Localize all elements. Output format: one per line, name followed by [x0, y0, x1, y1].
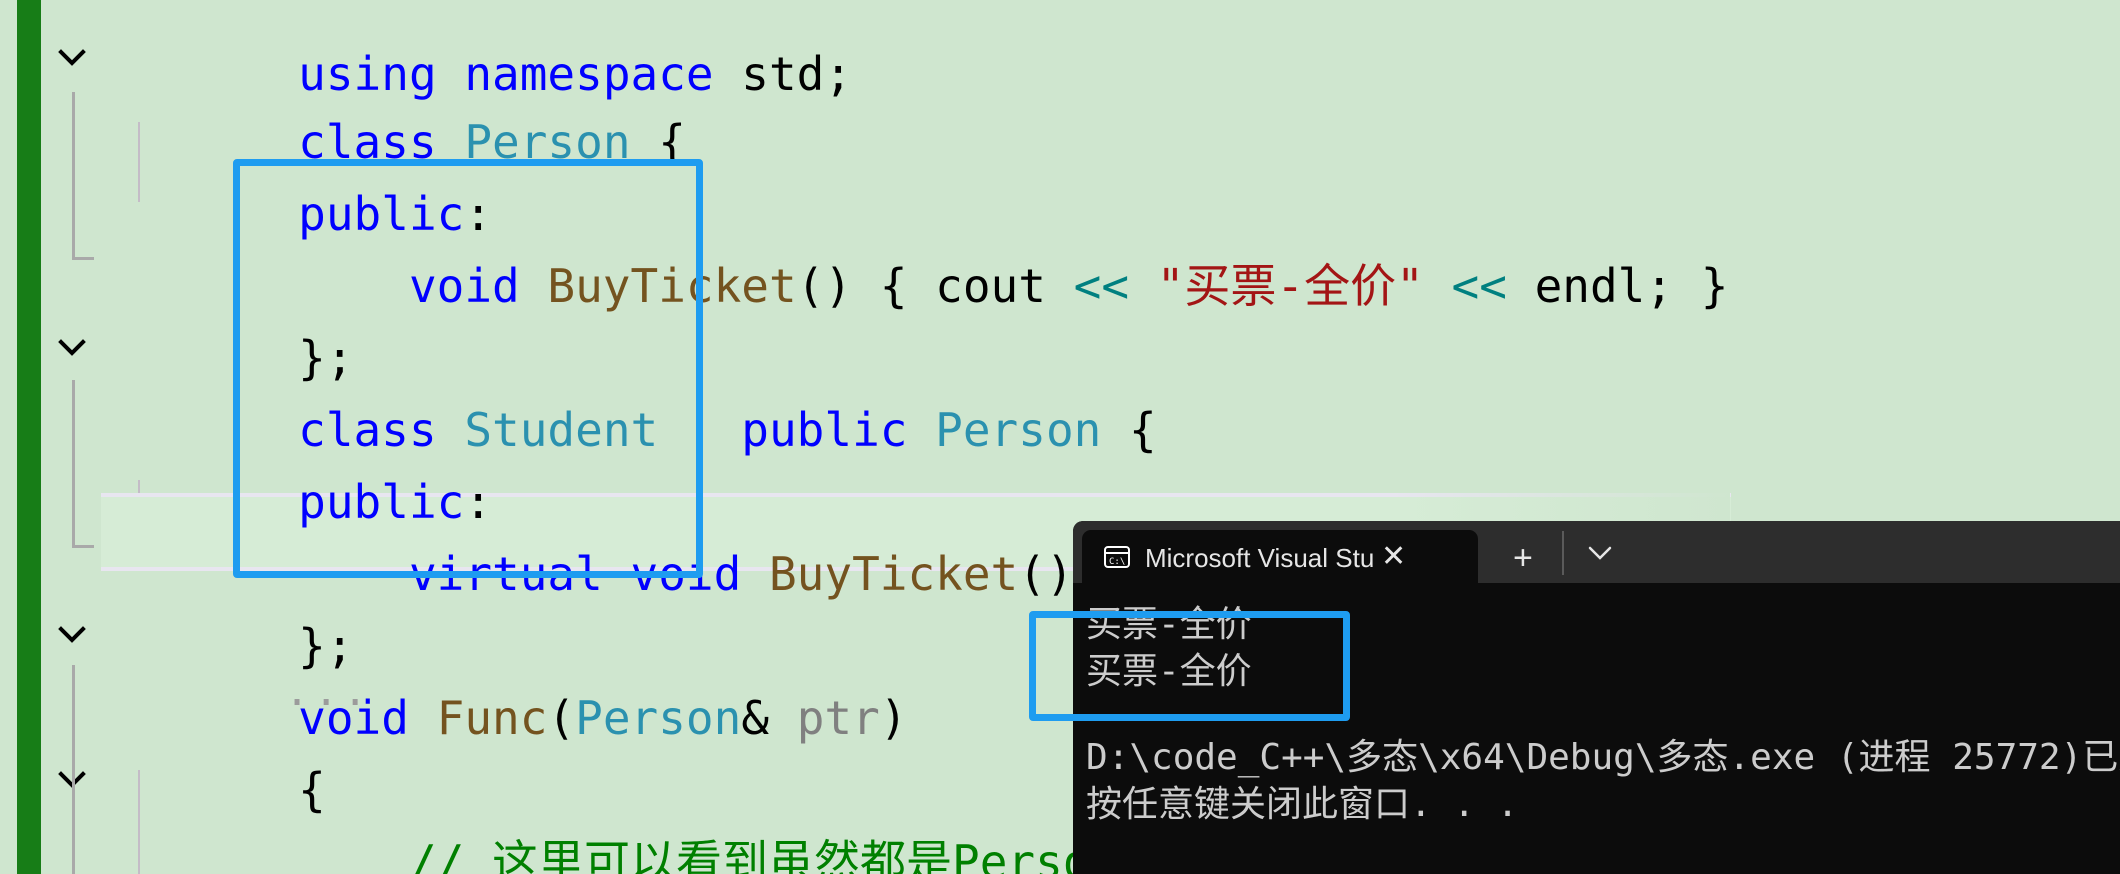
token-plain: ( — [547, 691, 576, 745]
token-string: "买票-全价" — [1156, 259, 1424, 313]
fold-arrow-class-student[interactable] — [55, 330, 89, 364]
token-variable: ptr — [796, 691, 880, 745]
code-line-9[interactable]: void Func(Person& ptr) — [132, 610, 907, 745]
code-line-11[interactable]: // 这里可以看到虽然都是Person — [132, 754, 1118, 874]
terminal-output-line-4: 按任意键关闭此窗口. . . — [1086, 784, 1519, 825]
terminal-tab-title: Microsoft Visual Studio 调试控 — [1145, 543, 1375, 573]
token-plain: & — [741, 691, 797, 745]
screenshot-root: using namespace std; class Person { publ… — [0, 0, 2120, 874]
token-plain: { — [1129, 403, 1157, 457]
code-line-10[interactable]: { — [132, 682, 326, 817]
close-icon[interactable]: ✕ — [1381, 541, 1406, 572]
svg-text:C:\: C:\ — [1109, 557, 1125, 567]
terminal-tab[interactable]: C:\ Microsoft Visual Studio 调试控 ✕ — [1082, 530, 1478, 583]
chevron-down-icon[interactable] — [1585, 543, 1615, 563]
blue-highlight-rectangle-code — [233, 159, 703, 578]
gutter-change-indicator — [17, 0, 41, 874]
token-function: BuyTicket — [768, 547, 1019, 601]
token-plain: () { cout — [796, 259, 1074, 313]
code-line-12[interactable]: // 但是跟ptr没关系，而是由ptr — [132, 826, 1118, 874]
blue-highlight-rectangle-output — [1029, 611, 1350, 721]
toolbar-divider — [1562, 531, 1564, 575]
scope-line-student — [72, 380, 94, 548]
token-type: Person — [935, 403, 1130, 457]
token-plain: endl; } — [1506, 259, 1729, 313]
terminal-output-line-3: D:\code_C++\多态\x64\Debug\多态.exe (进程 2577… — [1086, 737, 2120, 778]
terminal-titlebar[interactable]: C:\ Microsoft Visual Studio 调试控 ✕ + — [1073, 521, 2120, 583]
token-plain: ) — [879, 691, 908, 745]
code-line-0[interactable]: using namespace std; — [132, 0, 852, 101]
token-keyword: public — [741, 403, 936, 457]
fold-arrow-class-person[interactable] — [55, 40, 89, 74]
code-line-1[interactable]: class Person { — [132, 34, 686, 169]
token-type: Person — [575, 691, 742, 745]
token-plain: std; — [741, 47, 853, 101]
scope-line-func — [72, 665, 75, 874]
scope-line-person — [72, 92, 94, 260]
token-function: Func — [436, 691, 548, 745]
new-tab-button[interactable]: + — [1513, 541, 1533, 575]
console-icon: C:\ — [1103, 543, 1131, 571]
token-operator: << — [1451, 259, 1507, 313]
token-operator: << — [1073, 259, 1130, 313]
fold-gutter[interactable] — [41, 0, 101, 874]
fold-arrow-func[interactable] — [55, 617, 89, 651]
